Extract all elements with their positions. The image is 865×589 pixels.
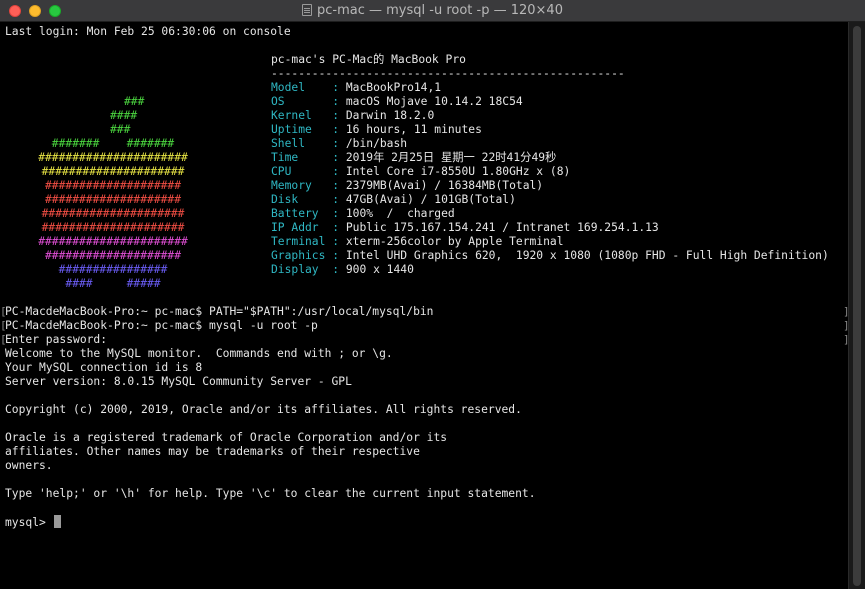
sysinfo-separator: : bbox=[332, 193, 340, 206]
sysinfo-separator: : bbox=[332, 137, 340, 150]
sysinfo-key: CPU bbox=[271, 165, 326, 178]
sysinfo-row: Display : 900 x 1440 bbox=[271, 263, 414, 277]
sysinfo-divider: ----------------------------------------… bbox=[271, 67, 625, 80]
logo-row: #################### bbox=[45, 249, 182, 262]
sysinfo-key: Uptime bbox=[271, 123, 326, 136]
sysinfo-value: Intel UHD Graphics 620, 1920 x 1080 (108… bbox=[345, 249, 829, 262]
session-line: PC-MacdeMacBook-Pro:~ pc-mac$ PATH="$PAT… bbox=[5, 305, 434, 318]
sysinfo-separator: : bbox=[332, 151, 340, 164]
sysinfo-value: 2019年 2月25日 星期一 22时41分49秒 bbox=[345, 151, 557, 164]
session-line: affiliates. Other names may be trademark… bbox=[5, 445, 420, 458]
logo-row: #################### bbox=[45, 193, 182, 206]
sysinfo-key: Model bbox=[271, 81, 326, 94]
sysinfo-key: Kernel bbox=[271, 109, 326, 122]
sysinfo-key: Shell bbox=[271, 137, 326, 150]
mysql-prompt-line[interactable]: mysql> bbox=[5, 515, 61, 529]
sysinfo-row: Terminal : xterm-256color by Apple Termi… bbox=[271, 235, 564, 249]
sysinfo-row: Shell : /bin/bash bbox=[271, 137, 407, 151]
sysinfo-row: Time : 2019年 2月25日 星期一 22时41分49秒 bbox=[271, 151, 556, 165]
sysinfo-value: 2379MB(Avai) / 16384MB(Total) bbox=[345, 179, 544, 192]
line-marker-left: [ bbox=[0, 319, 7, 332]
terminal-window: pc-mac — mysql -u root -p — 120×40 Last … bbox=[0, 0, 865, 589]
logo-row: ##################### bbox=[41, 221, 185, 234]
sysinfo-value: /bin/bash bbox=[345, 137, 408, 150]
sysinfo-key: Memory bbox=[271, 179, 326, 192]
sysinfo-value: 100% / charged bbox=[345, 207, 455, 220]
sysinfo-separator: : bbox=[332, 95, 340, 108]
sysinfo-value: xterm-256color by Apple Terminal bbox=[345, 235, 564, 248]
line-marker-left: [ bbox=[0, 305, 7, 318]
sysinfo-row: OS : macOS Mojave 10.14.2 18C54 bbox=[271, 95, 523, 109]
sysinfo-key: IP Addr bbox=[271, 221, 326, 234]
sysinfo-separator: : bbox=[332, 235, 340, 248]
sysinfo-header: pc-mac's PC-Mac的 MacBook Pro bbox=[271, 53, 466, 66]
logo-row: ###################### bbox=[38, 235, 188, 248]
sysinfo-key: Graphics bbox=[271, 249, 326, 262]
terminal-content[interactable]: Last login: Mon Feb 25 06:30:06 on conso… bbox=[0, 22, 850, 589]
session-line: Enter password: bbox=[5, 333, 108, 346]
sysinfo-key: Battery bbox=[271, 207, 326, 220]
sysinfo-row: Memory : 2379MB(Avai) / 16384MB(Total) bbox=[271, 179, 543, 193]
session-line: Oracle is a registered trademark of Orac… bbox=[5, 431, 448, 444]
sysinfo-separator: : bbox=[332, 263, 340, 276]
logo-row: ####### ####### bbox=[51, 137, 175, 150]
sysinfo-value: Intel Core i7-8550U 1.80GHz x (8) bbox=[345, 165, 571, 178]
sysinfo-row: IP Addr : Public 175.167.154.241 / Intra… bbox=[271, 221, 659, 235]
sysinfo-separator: : bbox=[332, 165, 340, 178]
sysinfo-row: Model : MacBookPro14,1 bbox=[271, 81, 441, 95]
sysinfo-key: Terminal bbox=[271, 235, 326, 248]
sysinfo-value: macOS Mojave 10.14.2 18C54 bbox=[345, 95, 523, 108]
document-icon bbox=[302, 4, 312, 16]
sysinfo-separator: : bbox=[332, 81, 340, 94]
logo-row: ##################### bbox=[41, 207, 185, 220]
mysql-prompt: mysql> bbox=[5, 516, 53, 529]
logo-row: #### bbox=[110, 109, 138, 122]
window-title-text: pc-mac — mysql -u root -p — 120×40 bbox=[317, 3, 563, 18]
sysinfo-separator: : bbox=[332, 221, 340, 234]
sysinfo-separator: : bbox=[332, 123, 340, 136]
session-line: Copyright (c) 2000, 2019, Oracle and/or … bbox=[5, 403, 522, 416]
sysinfo-value: 16 hours, 11 minutes bbox=[345, 123, 482, 136]
session-line: Type 'help;' or '\h' for help. Type '\c'… bbox=[5, 487, 536, 500]
logo-row: #### ##### bbox=[65, 277, 161, 290]
session-line: owners. bbox=[5, 459, 53, 472]
session-line: Server version: 8.0.15 MySQL Community S… bbox=[5, 375, 352, 388]
sysinfo-row: Disk : 47GB(Avai) / 101GB(Total) bbox=[271, 193, 516, 207]
title-bar[interactable]: pc-mac — mysql -u root -p — 120×40 bbox=[0, 0, 865, 22]
sysinfo-value: Public 175.167.154.241 / Intranet 169.25… bbox=[345, 221, 659, 234]
sysinfo-row: Graphics : Intel UHD Graphics 620, 1920 … bbox=[271, 249, 829, 263]
logo-row: ################ bbox=[58, 263, 168, 276]
sysinfo-key: Display bbox=[271, 263, 326, 276]
text-cursor[interactable] bbox=[53, 515, 61, 528]
scrollbar[interactable] bbox=[848, 22, 865, 589]
scrollbar-thumb[interactable] bbox=[853, 26, 861, 586]
logo-row: #################### bbox=[45, 179, 182, 192]
sysinfo-key: OS bbox=[271, 95, 326, 108]
session-line: Welcome to the MySQL monitor. Commands e… bbox=[5, 347, 393, 360]
logo-row: ### bbox=[110, 123, 131, 136]
sysinfo-separator: : bbox=[332, 249, 340, 262]
sysinfo-separator: : bbox=[332, 179, 340, 192]
logo-row: ### bbox=[124, 95, 145, 108]
sysinfo-value: Darwin 18.2.0 bbox=[345, 109, 435, 122]
sysinfo-row: Battery : 100% / charged bbox=[271, 207, 455, 221]
sysinfo-value: MacBookPro14,1 bbox=[345, 81, 442, 94]
sysinfo-value: 900 x 1440 bbox=[345, 263, 414, 276]
sysinfo-separator: : bbox=[332, 207, 340, 220]
line-marker-left: [ bbox=[0, 333, 7, 346]
session-line: Your MySQL connection id is 8 bbox=[5, 361, 203, 374]
window-title: pc-mac — mysql -u root -p — 120×40 bbox=[0, 0, 865, 22]
sysinfo-row: Kernel : Darwin 18.2.0 bbox=[271, 109, 434, 123]
sysinfo-key: Time bbox=[271, 151, 326, 164]
sysinfo-separator: : bbox=[332, 109, 340, 122]
session-line: PC-MacdeMacBook-Pro:~ pc-mac$ mysql -u r… bbox=[5, 319, 318, 332]
logo-row: ##################### bbox=[41, 165, 185, 178]
sysinfo-row: Uptime : 16 hours, 11 minutes bbox=[271, 123, 482, 137]
sysinfo-value: 47GB(Avai) / 101GB(Total) bbox=[345, 193, 516, 206]
sysinfo-row: CPU : Intel Core i7-8550U 1.80GHz x (8) bbox=[271, 165, 570, 179]
last-login-line: Last login: Mon Feb 25 06:30:06 on conso… bbox=[5, 25, 291, 38]
logo-row: ###################### bbox=[38, 151, 188, 164]
sysinfo-key: Disk bbox=[271, 193, 326, 206]
